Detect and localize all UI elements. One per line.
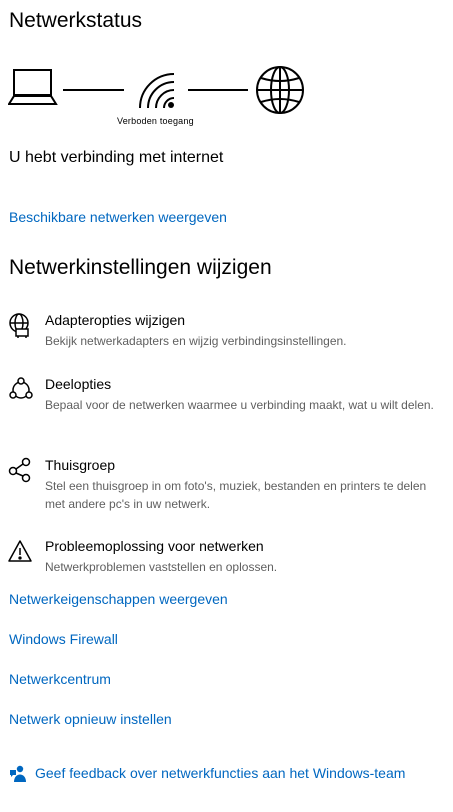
connection-status-text: U hebt verbinding met internet — [9, 149, 224, 166]
feedback-icon — [9, 765, 27, 783]
section-heading-change-settings: Netwerkinstellingen wijzigen — [9, 256, 272, 279]
homegroup-icon — [8, 457, 34, 483]
windows-firewall-link[interactable]: Windows Firewall — [9, 631, 118, 647]
laptop-icon — [7, 69, 58, 105]
sharing-icon — [8, 376, 34, 402]
option-title: Thuisgroep — [45, 457, 116, 473]
option-adapter-settings[interactable]: Adapteropties wijzigen Bekijk netwerkada… — [0, 312, 453, 352]
option-description: Bepaal voor de netwerken waarmee u verbi… — [45, 398, 434, 412]
network-reset-link[interactable]: Netwerk opnieuw instellen — [9, 711, 172, 727]
adapter-icon — [8, 312, 34, 338]
globe-icon — [256, 66, 304, 114]
network-properties-link[interactable]: Netwerkeigenschappen weergeven — [9, 591, 228, 607]
option-title: Deelopties — [45, 376, 112, 392]
network-center-link[interactable]: Netwerkcentrum — [9, 671, 111, 687]
feedback-label: Geef feedback over netwerkfuncties aan h… — [35, 765, 406, 781]
option-description: Netwerkproblemen vaststellen en oplossen… — [45, 560, 278, 574]
option-sharing[interactable]: Deelopties Bepaal voor de netwerken waar… — [0, 376, 453, 432]
wifi-dot — [168, 102, 174, 108]
option-homegroup[interactable]: Thuisgroep Stel een thuisgroep in om fot… — [0, 457, 453, 513]
option-title: Probleemoplossing voor netwerken — [45, 538, 264, 554]
option-description: Stel een thuisgroep in om foto's, muziek… — [45, 479, 427, 511]
status-caption: Verboden toegang — [117, 116, 217, 126]
show-available-networks-link[interactable]: Beschikbare netwerken weergeven — [9, 209, 227, 225]
option-network-troubleshooter[interactable]: Probleemoplossing voor netwerken Netwerk… — [0, 538, 453, 578]
network-status-page: Netwerkstatus Verboden toegang U hebt ve… — [0, 0, 453, 812]
option-title: Adapteropties wijzigen — [45, 312, 186, 328]
page-title: Netwerkstatus — [9, 9, 143, 32]
option-description: Bekijk netwerkadapters en wijzig verbind… — [45, 334, 347, 348]
warning-icon — [8, 538, 34, 564]
